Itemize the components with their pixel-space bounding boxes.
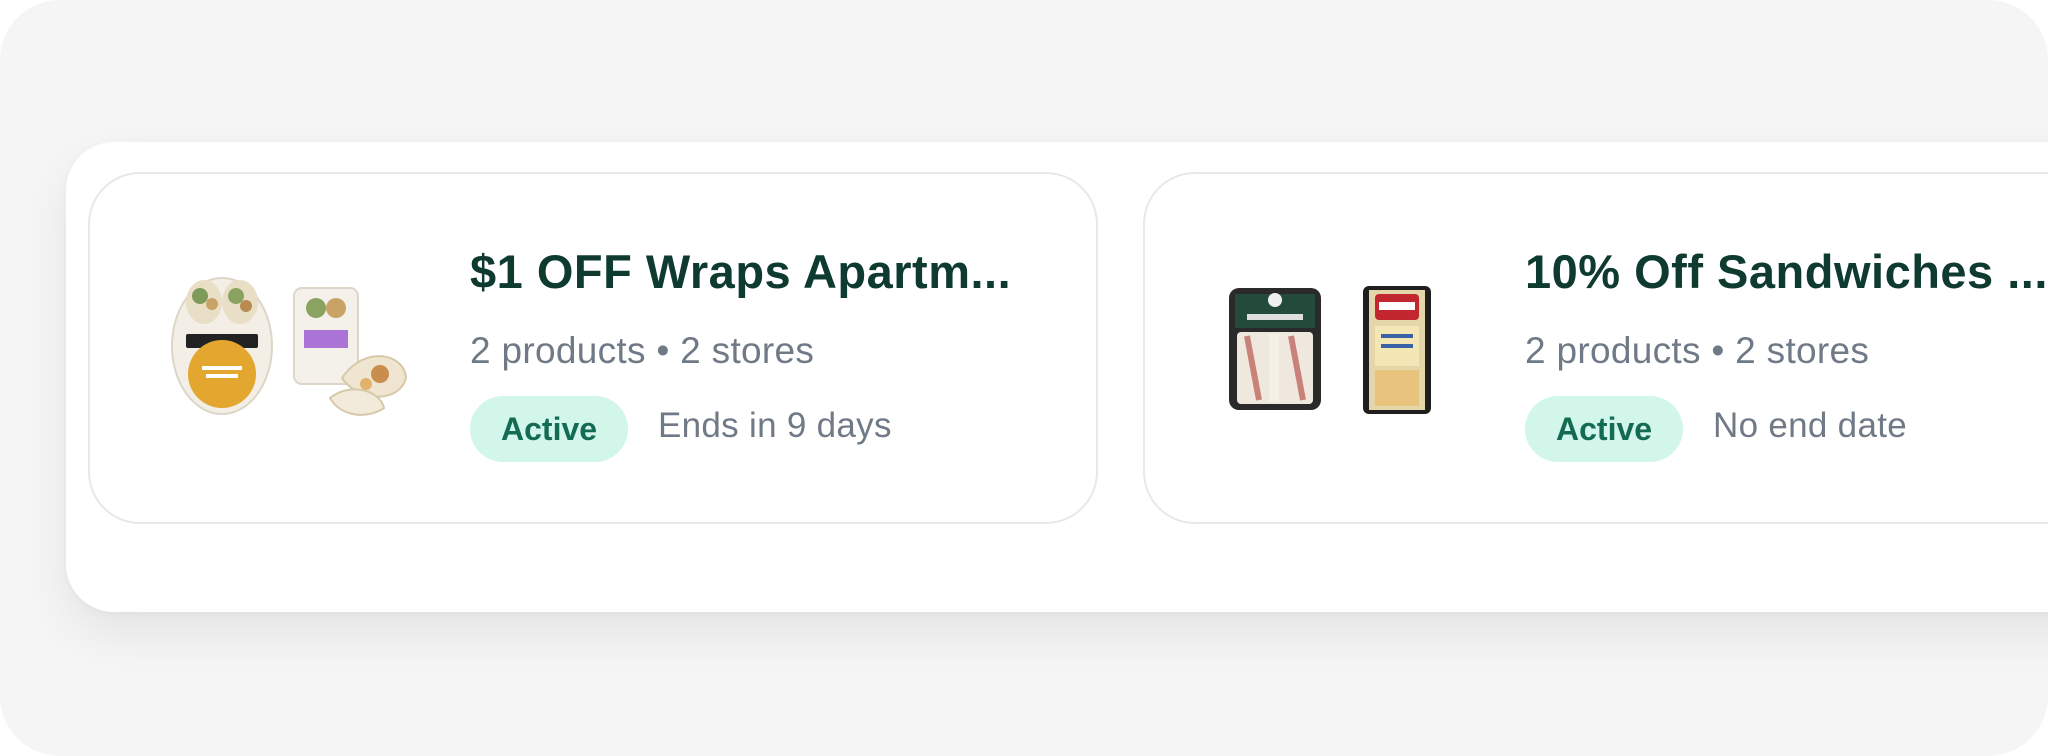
product-thumbnails (170, 274, 410, 424)
promotion-card[interactable]: 10% Off Sandwiches ... 2 products • 2 st… (1143, 172, 2048, 524)
wrap-pack-product-icon (293, 287, 408, 416)
status-badge: Active (1525, 396, 1684, 462)
promotion-title: 10% Off Sandwiches ... (1525, 245, 2048, 298)
promotion-title: $1 OFF Wraps Apartm... (470, 245, 1012, 298)
product-thumbnails (1225, 274, 1465, 424)
promotion-card[interactable]: $1 OFF Wraps Apartm... 2 products • 2 st… (88, 172, 1098, 524)
sandwich-tray-product-icon (1229, 288, 1321, 410)
end-date-text: No end date (1713, 406, 1908, 445)
status-badge: Active (470, 396, 629, 462)
deli-sandwich-product-icon (1363, 286, 1431, 414)
products-stores-count: 2 products • 2 stores (470, 330, 815, 371)
app-frame: $1 OFF Wraps Apartm... 2 products • 2 st… (0, 0, 2048, 756)
end-date-text: Ends in 9 days (658, 406, 892, 445)
wrap-tub-product-icon (171, 277, 273, 415)
products-stores-count: 2 products • 2 stores (1525, 330, 1870, 371)
